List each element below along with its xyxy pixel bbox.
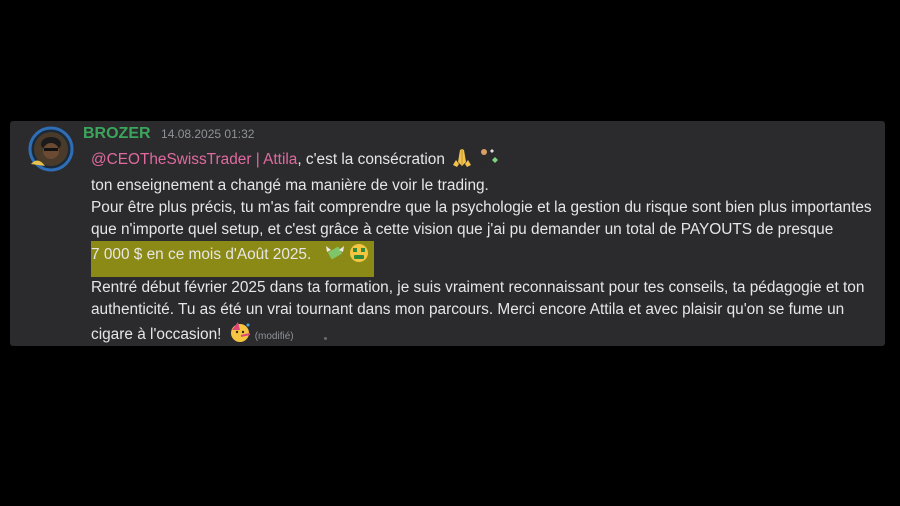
line1-text: , c'est la consécration: [297, 151, 445, 168]
money-with-wings-icon: [324, 243, 346, 270]
levitating-man-icon: [475, 148, 499, 175]
edited-label: (modifié): [254, 331, 294, 342]
author-name[interactable]: BROZER: [83, 125, 151, 142]
paragraph3-text: Rentré début février 2025 dans ta format…: [91, 279, 865, 343]
message-content: @CEOTheSwissTrader | Attila, c'est la co…: [91, 148, 883, 350]
folded-hands-icon: [451, 148, 473, 175]
user-avatar[interactable]: [28, 126, 74, 172]
message-card: BROZER 14.08.2025 01:32 @CEOTheSwissTrad…: [10, 121, 885, 346]
money-mouth-face-icon: [348, 243, 370, 270]
divider-dot: [324, 337, 327, 340]
line2-text: ton enseignement a changé ma manière de …: [91, 177, 489, 194]
message-header: BROZER 14.08.2025 01:32: [83, 125, 254, 147]
highlighted-text: 7 000 $ en ce mois d'Août 2025.: [91, 246, 312, 263]
paragraph2-text: Pour être plus précis, tu m'as fait comp…: [91, 199, 872, 238]
user-mention[interactable]: @CEOTheSwissTrader | Attila: [91, 151, 297, 168]
message-timestamp: 14.08.2025 01:32: [161, 127, 255, 141]
highlighted-amount: 7 000 $ en ce mois d'Août 2025.: [91, 241, 374, 277]
party-face-icon: [228, 321, 252, 350]
